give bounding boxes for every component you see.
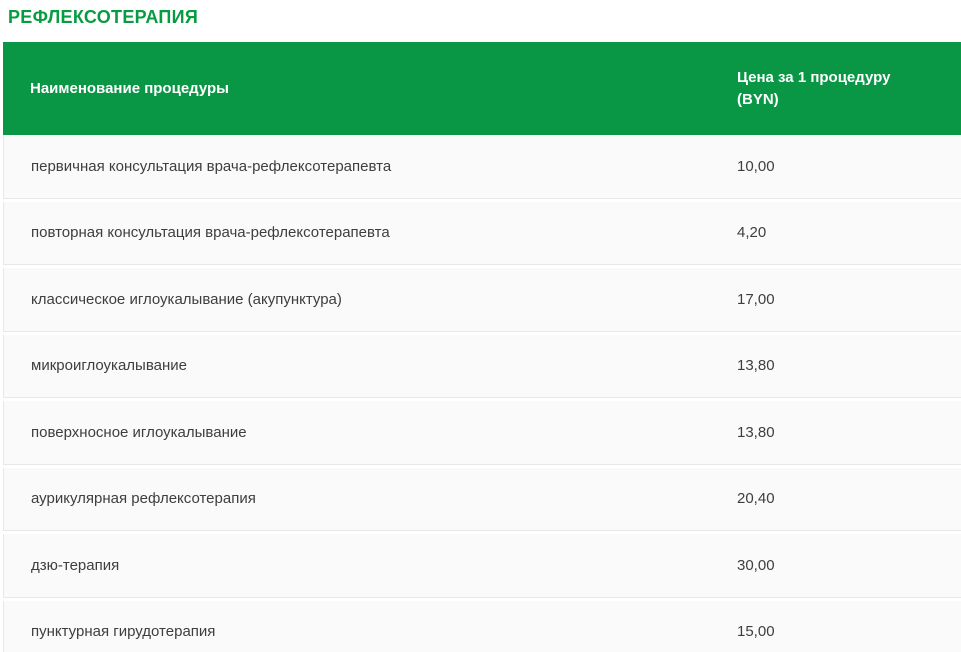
column-header-price: Цена за 1 процедуру (BYN) xyxy=(735,67,910,111)
table-body: первичная консультация врача-рефлексотер… xyxy=(3,135,961,652)
procedure-price: 30,00 xyxy=(735,557,925,574)
procedure-name: поверхносное иглоукалывание xyxy=(4,424,735,441)
procedure-name: микроиглоукалывание xyxy=(4,357,735,374)
table-row: аурикулярная рефлексотерапия 20,40 xyxy=(3,468,961,532)
procedure-price: 13,80 xyxy=(735,357,925,374)
table-row: дзю-терапия 30,00 xyxy=(3,534,961,598)
procedure-price: 4,20 xyxy=(735,224,925,241)
procedure-name: повторная консультация врача-рефлексотер… xyxy=(4,224,735,241)
procedure-name: дзю-терапия xyxy=(4,557,735,574)
procedure-price: 13,80 xyxy=(735,424,925,441)
table-row: микроиглоукалывание 13,80 xyxy=(3,335,961,399)
procedure-price: 15,00 xyxy=(735,623,925,640)
procedure-name: пунктурная гирудотерапия xyxy=(4,623,735,640)
table-row: поверхносное иглоукалывание 13,80 xyxy=(3,401,961,465)
page-title: РЕФЛЕКСОТЕРАПИЯ xyxy=(0,0,961,27)
procedure-price: 20,40 xyxy=(735,490,925,507)
procedure-name: первичная консультация врача-рефлексотер… xyxy=(4,158,735,175)
table-row: первичная консультация врача-рефлексотер… xyxy=(3,135,961,199)
table-header-row: Наименование процедуры Цена за 1 процеду… xyxy=(3,42,961,135)
procedure-name: классическое иглоукалывание (акупунктура… xyxy=(4,291,735,308)
price-table: Наименование процедуры Цена за 1 процеду… xyxy=(3,42,961,652)
procedure-price: 17,00 xyxy=(735,291,925,308)
price-page: РЕФЛЕКСОТЕРАПИЯ Наименование процедуры Ц… xyxy=(0,0,961,652)
table-row: повторная консультация врача-рефлексотер… xyxy=(3,202,961,266)
column-header-procedure-name: Наименование процедуры xyxy=(3,80,735,97)
procedure-price: 10,00 xyxy=(735,158,925,175)
procedure-name: аурикулярная рефлексотерапия xyxy=(4,490,735,507)
table-row: классическое иглоукалывание (акупунктура… xyxy=(3,268,961,332)
table-row: пунктурная гирудотерапия 15,00 xyxy=(3,601,961,652)
